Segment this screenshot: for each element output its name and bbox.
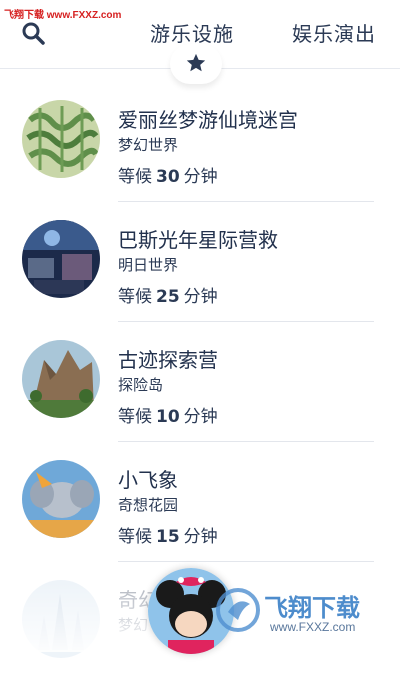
wait-time: 等候 10 分钟 (118, 402, 218, 427)
wait-prefix: 等候 (118, 167, 152, 187)
wait-minutes: 15 (156, 527, 180, 547)
wait-minutes: 30 (156, 167, 180, 187)
attraction-area: 明日世界 (118, 256, 179, 274)
favorites-button[interactable] (170, 44, 222, 84)
watermark-icon (216, 588, 260, 632)
list-item[interactable]: 古迹探索营 探险岛 等候 10 分钟 (0, 322, 400, 442)
wait-time: 等候 25 分钟 (118, 282, 218, 307)
wait-minutes: 10 (156, 407, 180, 427)
wait-unit: 分钟 (183, 287, 218, 307)
wait-unit: 分钟 (183, 167, 218, 187)
list-item[interactable]: 爱丽丝梦游仙境迷宫 梦幻世界 等候 30 分钟 (0, 82, 400, 202)
attraction-thumbnail (22, 100, 100, 178)
wait-time: 等候 30 分钟 (118, 162, 218, 187)
attraction-title: 小飞象 (118, 468, 178, 492)
attraction-title: 爱丽丝梦游仙境迷宫 (118, 108, 298, 132)
attraction-area: 奇想花园 (118, 496, 179, 514)
search-icon[interactable] (20, 20, 46, 46)
watermark-text: 飞翔下载 www.FXXZ.com (4, 10, 122, 21)
wait-minutes: 25 (156, 287, 180, 307)
watermark-logo: 飞翔下载 www.FXXZ.com (212, 584, 392, 642)
wait-prefix: 等候 (118, 407, 152, 427)
watermark-brand-text: 飞翔下载 (264, 595, 360, 622)
attraction-thumbnail (22, 220, 100, 298)
attraction-area: 梦幻世界 (118, 136, 179, 154)
attraction-thumbnail (22, 340, 100, 418)
star-icon (186, 53, 206, 72)
wait-prefix: 等候 (118, 527, 152, 547)
attraction-title: 巴斯光年星际营救 (118, 228, 278, 252)
wait-prefix: 等候 (118, 287, 152, 307)
attraction-area: 探险岛 (118, 376, 164, 394)
tab-shows[interactable]: 娱乐演出 (292, 18, 376, 47)
list-item[interactable]: 小飞象 奇想花园 等候 15 分钟 (0, 442, 400, 562)
wait-unit: 分钟 (183, 407, 218, 427)
tab-attractions[interactable]: 游乐设施 (150, 18, 234, 47)
attraction-thumbnail (22, 460, 100, 538)
attraction-title: 古迹探索营 (118, 348, 218, 372)
list-item[interactable]: 巴斯光年星际营救 明日世界 等候 25 分钟 (0, 202, 400, 322)
watermark-url: www.FXXZ.com (270, 620, 356, 634)
wait-unit: 分钟 (183, 527, 218, 547)
wait-time: 等候 15 分钟 (118, 522, 218, 547)
